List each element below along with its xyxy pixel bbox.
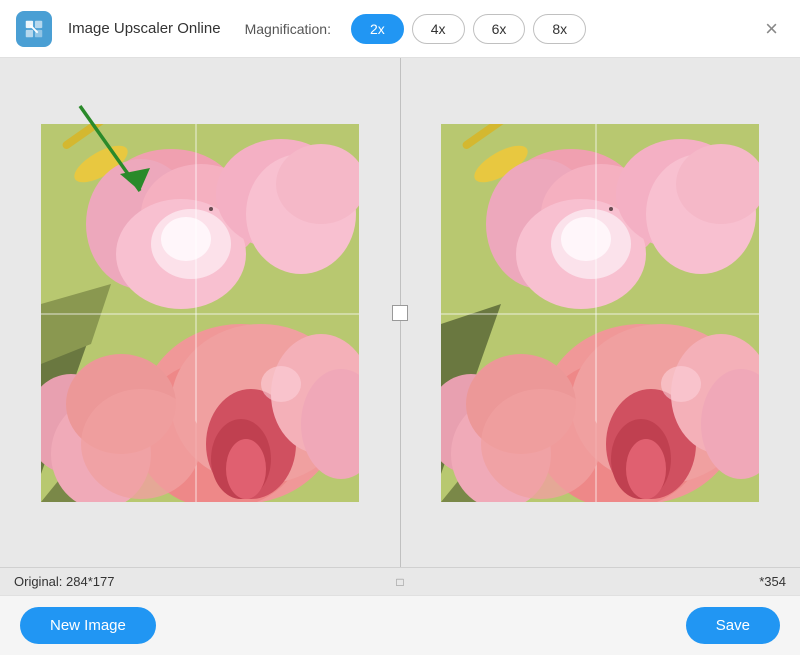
original-size-label: Original: 284*177 xyxy=(14,574,114,589)
footer-bar: New Image Save xyxy=(0,595,800,655)
mag-btn-6x[interactable]: 6x xyxy=(473,14,526,44)
divider-drag-handle[interactable] xyxy=(392,305,408,321)
mag-btn-2x[interactable]: 2x xyxy=(351,14,404,44)
bottom-info-bar: Original: 284*177 □ *354 xyxy=(0,567,800,595)
close-button[interactable]: × xyxy=(759,14,784,44)
save-button[interactable]: Save xyxy=(686,607,780,644)
new-image-button[interactable]: New Image xyxy=(20,607,156,644)
upscaled-image-panel xyxy=(401,58,800,567)
upscaled-flower-image xyxy=(441,124,759,502)
app-title: Image Upscaler Online xyxy=(68,20,221,37)
mag-btn-4x[interactable]: 4x xyxy=(412,14,465,44)
main-area xyxy=(0,58,800,567)
divider-center-icon: □ xyxy=(396,575,403,589)
app-header: Image Upscaler Online Magnification: 2x … xyxy=(0,0,800,58)
magnification-label: Magnification: xyxy=(245,21,331,37)
mag-btn-8x[interactable]: 8x xyxy=(533,14,586,44)
green-arrow-icon xyxy=(60,96,160,216)
magnification-controls: 2x 4x 6x 8x xyxy=(351,14,586,44)
upscaled-size-label: *354 xyxy=(759,574,786,589)
app-icon xyxy=(16,11,52,47)
